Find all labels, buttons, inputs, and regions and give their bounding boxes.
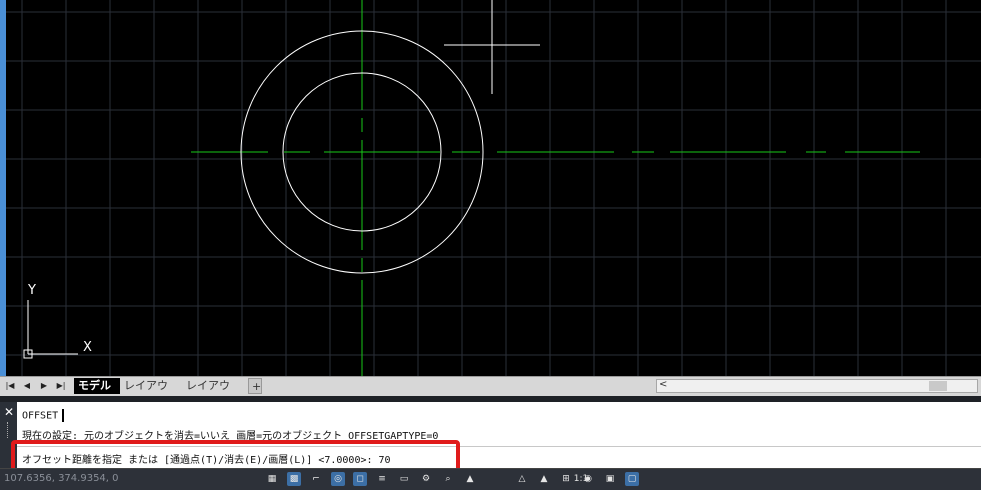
zoom-icon[interactable]: ⌕ <box>441 472 455 486</box>
workspace-icon[interactable]: ⚙ <box>419 472 433 486</box>
layout-tab-bar: |◀ ◀ ▶ ▶| モデル レイアウト1 レイアウト2 + < <box>0 376 981 408</box>
drawing-canvas[interactable] <box>0 0 981 376</box>
tab-layout2[interactable]: レイアウト2 <box>182 378 244 408</box>
model-grid-icon[interactable]: ▦ <box>265 472 279 486</box>
annotation-visibility-icon[interactable]: △ <box>515 472 529 486</box>
tab-layout1[interactable]: レイアウト1 <box>120 378 180 408</box>
close-icon[interactable]: ✕ <box>4 405 14 419</box>
tab-model[interactable]: モデル <box>74 378 120 394</box>
scroll-left-arrow-icon[interactable]: < <box>659 379 667 390</box>
annotation-scale-label[interactable]: 1:1 <box>566 472 596 486</box>
polar-icon[interactable]: ◎ <box>331 472 345 486</box>
text-cursor <box>62 409 65 422</box>
hardware-accel-icon[interactable]: ▣ <box>603 472 617 486</box>
annotation-scale-icon[interactable]: ▲ <box>463 472 477 486</box>
command-history-line: OFFSET <box>22 409 65 422</box>
next-tab-button[interactable]: ▶ <box>39 380 49 392</box>
object-snap-icon[interactable]: ◻ <box>353 472 367 486</box>
lineweight-icon[interactable]: ≡ <box>375 472 389 486</box>
add-layout-button[interactable]: + <box>248 378 262 394</box>
previous-tab-button[interactable]: ◀ <box>22 380 32 392</box>
clean-screen-icon[interactable]: ▢ <box>625 472 639 486</box>
first-tab-button[interactable]: |◀ <box>5 380 15 392</box>
last-tab-button[interactable]: ▶| <box>56 380 66 392</box>
ucs-y-label: Y <box>28 283 36 298</box>
status-bar: 107.6356, 374.9354, 0 ▦ ▩ ⌐ ◎ ◻ ≡ ▭ ⚙ ⌕ ▲ △ ▲ ⊞ ◉ ▣ ▢ 1:… <box>0 468 981 490</box>
drawing-viewport[interactable]: Y X <box>0 0 981 376</box>
ucs-x-label: X <box>83 340 92 355</box>
horizontal-scrollbar[interactable]: < <box>656 379 978 393</box>
snap-icon[interactable]: ▩ <box>287 472 301 486</box>
ortho-icon[interactable]: ⌐ <box>309 472 323 486</box>
auto-scale-icon[interactable]: ▲ <box>537 472 551 486</box>
coordinate-readout: 107.6356, 374.9354, 0 <box>4 473 119 484</box>
annotation-icon[interactable]: ▭ <box>397 472 411 486</box>
scrollbar-thumb[interactable] <box>929 381 947 391</box>
drag-grip-icon[interactable] <box>7 422 10 438</box>
